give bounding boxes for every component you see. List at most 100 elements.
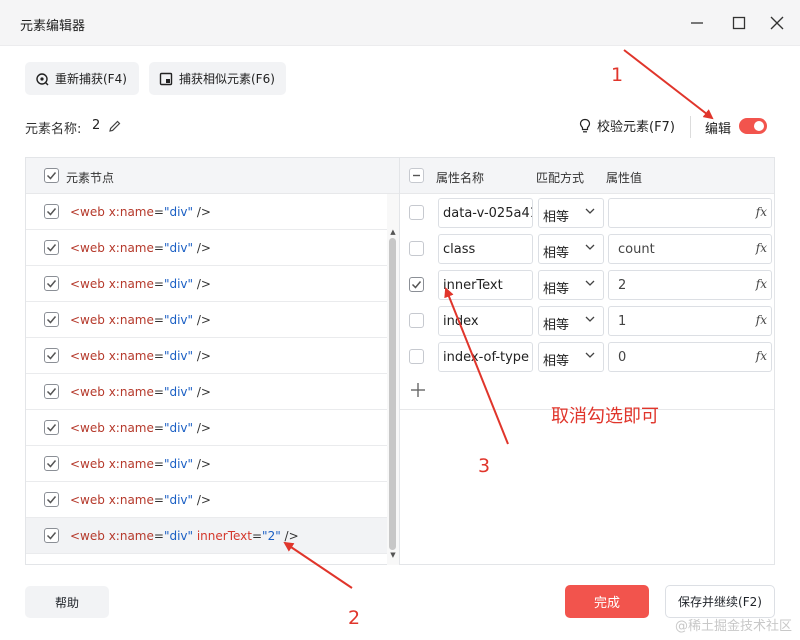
node-code: <web x:name="div" /> <box>70 277 211 291</box>
node-value: "div" <box>163 349 194 363</box>
node-code: <web x:name="div" /> <box>70 493 211 507</box>
property-value-field[interactable]: count fx <box>608 234 772 264</box>
property-name-field[interactable]: index <box>438 306 533 336</box>
node-value: "div" <box>163 493 194 507</box>
match-mode-select[interactable]: 相等 <box>538 198 604 228</box>
fx-icon[interactable]: fx <box>756 277 767 291</box>
property-name-field[interactable]: data-v-025a41 <box>438 198 533 228</box>
select-all-properties-checkbox[interactable] <box>409 168 424 183</box>
node-checkbox[interactable] <box>44 420 59 435</box>
node-eq: = <box>153 277 164 291</box>
property-name-field[interactable]: innerText <box>438 270 533 300</box>
match-mode-value: 相等 <box>543 282 570 297</box>
property-row: innerText 相等 2 fx <box>400 266 774 302</box>
match-mode-select[interactable]: 相等 <box>538 234 604 264</box>
node-checkbox[interactable] <box>44 240 59 255</box>
node-value: "div" <box>163 421 194 435</box>
scroll-down-icon[interactable]: ▼ <box>388 551 398 559</box>
node-row[interactable]: <web x:name="div" /> <box>26 266 388 302</box>
property-value-field[interactable]: 0 fx <box>608 342 772 372</box>
done-button[interactable]: 完成 <box>565 585 649 618</box>
node-tag: <web <box>70 313 109 327</box>
node-row[interactable]: <web x:name="div" /> <box>26 374 388 410</box>
fx-icon[interactable]: fx <box>756 313 767 327</box>
property-checkbox[interactable] <box>409 277 424 292</box>
node-value: "div" <box>163 529 194 543</box>
node-end: /> <box>193 385 211 399</box>
validate-element-button[interactable]: 校验元素(F7) <box>578 116 675 135</box>
fx-icon[interactable]: fx <box>756 241 767 255</box>
property-checkbox[interactable] <box>409 313 424 328</box>
property-value-column: 属性值 <box>606 171 643 185</box>
node-row[interactable]: <web x:name="div" innerText="2" /> <box>26 518 388 554</box>
node-checkbox[interactable] <box>44 348 59 363</box>
property-checkbox[interactable] <box>409 241 424 256</box>
property-value-text: 1 <box>618 314 627 329</box>
node-checkbox[interactable] <box>44 384 59 399</box>
node-end: /> <box>193 205 211 219</box>
node-code: <web x:name="div" /> <box>70 313 211 327</box>
node-eq: = <box>153 385 164 399</box>
fx-icon[interactable]: fx <box>756 205 767 219</box>
node-row[interactable]: <web x:name="div" /> <box>26 302 388 338</box>
property-value-field[interactable]: 1 fx <box>608 306 772 336</box>
node-value: "div" <box>163 313 194 327</box>
node-end: /> <box>193 277 211 291</box>
capture-similar-button[interactable]: 捕获相似元素(F6) <box>149 62 286 95</box>
node-checkbox[interactable] <box>44 492 59 507</box>
plus-icon[interactable] <box>410 382 426 398</box>
node-checkbox[interactable] <box>44 312 59 327</box>
node-attr: x:name <box>108 421 154 435</box>
scroll-up-icon[interactable]: ▲ <box>388 228 398 236</box>
match-mode-select[interactable]: 相等 <box>538 270 604 300</box>
node-row[interactable]: <web x:name="div" /> <box>26 410 388 446</box>
property-checkbox[interactable] <box>409 349 424 364</box>
property-row: class 相等 count fx <box>400 230 774 266</box>
fx-icon[interactable]: fx <box>756 349 767 363</box>
property-value-field[interactable]: fx <box>608 198 772 228</box>
capture-similar-label: 捕获相似元素(F6) <box>179 72 275 86</box>
match-mode-select[interactable]: 相等 <box>538 342 604 372</box>
property-checkbox[interactable] <box>409 205 424 220</box>
node-code: <web x:name="div" innerText="2" /> <box>70 529 299 543</box>
match-mode-value: 相等 <box>543 318 570 333</box>
property-name-field[interactable]: class <box>438 234 533 264</box>
help-button[interactable]: 帮助 <box>25 586 109 618</box>
node-checkbox[interactable] <box>44 276 59 291</box>
property-row: index 相等 1 fx <box>400 302 774 338</box>
maximize-icon[interactable] <box>728 12 750 34</box>
node-end: /> <box>193 421 211 435</box>
node-end: /> <box>280 529 299 543</box>
element-nodes-header: 元素节点 <box>26 158 399 194</box>
edit-toggle[interactable] <box>739 118 767 134</box>
save-and-continue-button[interactable]: 保存并继续(F2) <box>665 585 775 618</box>
node-tag: <web <box>70 205 109 219</box>
node-row[interactable]: <web x:name="div" /> <box>26 446 388 482</box>
select-all-nodes-checkbox[interactable] <box>44 168 59 183</box>
node-code: <web x:name="div" /> <box>70 385 211 399</box>
pencil-icon[interactable] <box>108 119 122 133</box>
recapture-button[interactable]: 重新捕获(F4) <box>25 62 139 95</box>
properties-header: 属性名称 匹配方式 属性值 <box>400 158 774 194</box>
annotation-note: 取消勾选即可 <box>551 406 659 427</box>
node-row[interactable]: <web x:name="div" /> <box>26 482 388 518</box>
watermark: @稀土掘金技术社区 <box>674 619 792 634</box>
recapture-icon <box>36 72 49 85</box>
node-row[interactable]: <web x:name="div" /> <box>26 338 388 374</box>
minimize-icon[interactable] <box>686 12 708 34</box>
node-checkbox[interactable] <box>44 456 59 471</box>
property-name-field[interactable]: index-of-type <box>438 342 533 372</box>
node-eq: = <box>153 349 164 363</box>
node-checkbox[interactable] <box>44 528 59 543</box>
node-eq: = <box>153 205 164 219</box>
match-mode-select[interactable]: 相等 <box>538 306 604 336</box>
match-mode-value: 相等 <box>543 210 570 225</box>
node-row[interactable]: <web x:name="div" /> <box>26 230 388 266</box>
node-tag: <web <box>70 421 109 435</box>
node-row[interactable]: <web x:name="div" /> <box>26 194 388 230</box>
node-checkbox[interactable] <box>44 204 59 219</box>
close-icon[interactable] <box>766 12 788 34</box>
toggle-knob <box>754 121 764 131</box>
property-value-field[interactable]: 2 fx <box>608 270 772 300</box>
scrollbar-thumb[interactable] <box>389 238 396 550</box>
